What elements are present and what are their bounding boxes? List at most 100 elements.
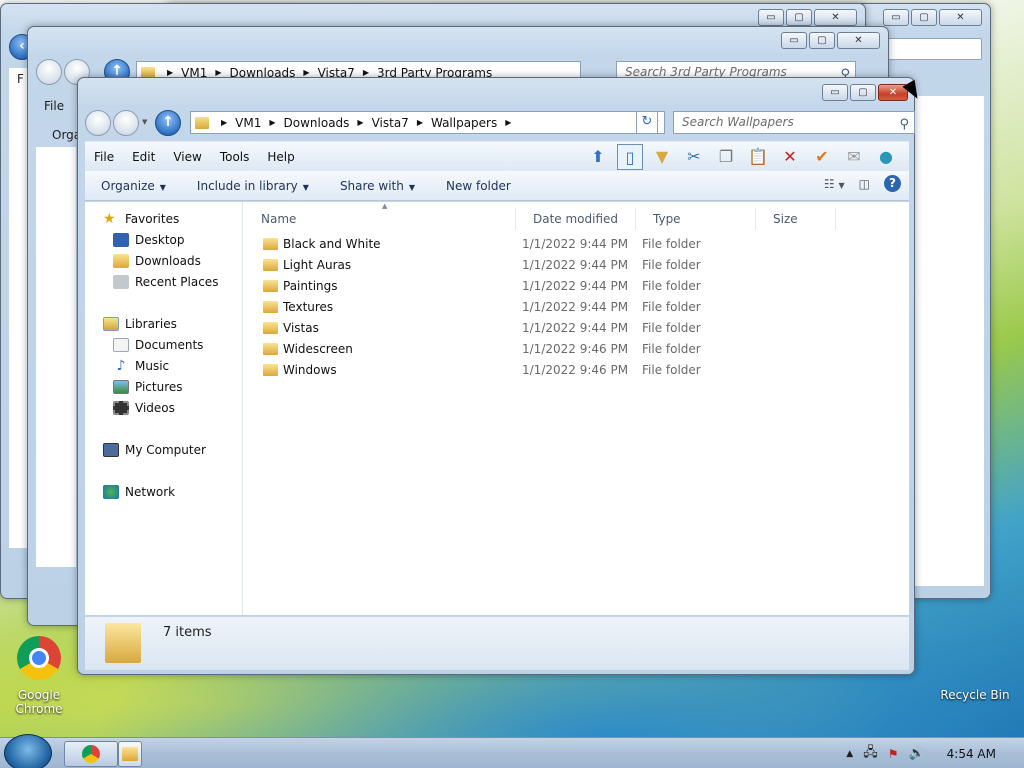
- folder-icon: [195, 116, 209, 129]
- menu-file[interactable]: File: [44, 99, 64, 113]
- organize-button[interactable]: Organize ▼: [85, 179, 181, 193]
- back-button[interactable]: [85, 110, 111, 136]
- up-button[interactable]: ↑: [155, 110, 181, 136]
- file-name: Textures: [283, 300, 334, 314]
- breadcrumb-vista7[interactable]: Vista7: [372, 116, 409, 130]
- nav-videos[interactable]: Videos: [113, 401, 175, 415]
- taskbar-chrome-button[interactable]: [64, 741, 118, 767]
- nav-network[interactable]: Network: [103, 485, 175, 499]
- minimize-button[interactable]: ▭: [758, 9, 784, 26]
- menu-tools[interactable]: Tools: [211, 150, 259, 164]
- recent-pages-chevron-icon[interactable]: ▼: [142, 118, 147, 126]
- menu-edit[interactable]: Edit: [123, 150, 164, 164]
- menu-file[interactable]: F: [17, 72, 24, 86]
- desktop-icon-recycle-bin[interactable]: Recycle Bin: [938, 688, 1012, 702]
- back-button[interactable]: [36, 59, 62, 85]
- nav-pictures[interactable]: Pictures: [113, 380, 183, 394]
- maximize-button[interactable]: ▢: [786, 9, 812, 26]
- column-header-date[interactable]: Date modified: [516, 208, 636, 230]
- menu-help[interactable]: Help: [258, 150, 303, 164]
- search-input[interactable]: Search Wallpapers ⚲: [673, 111, 915, 134]
- close-button[interactable]: ✕: [837, 32, 880, 49]
- file-row[interactable]: Light Auras 1/1/2022 9:44 PM File folder: [244, 255, 909, 276]
- column-header-size[interactable]: Size: [756, 208, 836, 230]
- file-name: Windows: [283, 363, 337, 377]
- help-icon[interactable]: ?: [884, 175, 901, 192]
- copy-icon[interactable]: ❐: [713, 144, 739, 170]
- downloads-folder-icon: [113, 254, 129, 268]
- maximize-button[interactable]: ▢: [850, 84, 876, 101]
- column-header-type[interactable]: Type: [636, 208, 756, 230]
- file-row[interactable]: Textures 1/1/2022 9:44 PM File folder: [244, 297, 909, 318]
- delete-icon[interactable]: ✕: [777, 144, 803, 170]
- cut-icon[interactable]: ✂: [681, 144, 707, 170]
- maximize-button[interactable]: ▢: [911, 9, 937, 26]
- nav-recent-places[interactable]: Recent Places: [113, 275, 218, 289]
- folder-icon: [263, 301, 278, 313]
- file-name: Paintings: [283, 279, 338, 293]
- nav-downloads[interactable]: Downloads: [113, 254, 201, 268]
- up-arrow-icon[interactable]: ⬆: [585, 144, 611, 170]
- nav-favorites[interactable]: ★ Favorites: [103, 212, 179, 226]
- window-content: [36, 147, 76, 567]
- checkmark-icon[interactable]: ✔: [809, 144, 835, 170]
- include-in-library-button[interactable]: Include in library ▼: [181, 179, 324, 193]
- file-type: File folder: [642, 279, 701, 293]
- nav-desktop[interactable]: Desktop: [113, 233, 185, 247]
- folder-icon: [263, 259, 278, 271]
- menu-view[interactable]: View: [164, 150, 210, 164]
- file-row[interactable]: Widescreen 1/1/2022 9:46 PM File folder: [244, 339, 909, 360]
- new-folder-button[interactable]: New folder: [430, 179, 526, 193]
- file-name: Vistas: [283, 321, 319, 335]
- email-icon[interactable]: ✉: [841, 144, 867, 170]
- preview-pane-icon[interactable]: ▯: [617, 144, 643, 170]
- file-row[interactable]: Vistas 1/1/2022 9:44 PM File folder: [244, 318, 909, 339]
- file-date: 1/1/2022 9:46 PM: [522, 363, 629, 377]
- breadcrumb-downloads[interactable]: Downloads: [284, 116, 350, 130]
- folder-view-icon[interactable]: ▼: [649, 144, 675, 170]
- file-date: 1/1/2022 9:44 PM: [522, 279, 629, 293]
- start-button[interactable]: [4, 734, 52, 768]
- taskbar-explorer-button[interactable]: [118, 741, 142, 767]
- network-tray-icon[interactable]: 🖧: [863, 743, 878, 765]
- libraries-icon: [103, 317, 119, 331]
- close-button[interactable]: ✕: [939, 9, 982, 26]
- minimize-button[interactable]: ▭: [822, 84, 848, 101]
- preview-pane-toggle-icon[interactable]: ◫: [859, 177, 870, 191]
- view-options-icon[interactable]: ☷ ▼: [824, 177, 845, 191]
- paste-icon[interactable]: 📋: [745, 144, 771, 170]
- file-row[interactable]: Windows 1/1/2022 9:46 PM File folder: [244, 360, 909, 381]
- menu-bar: File Edit View Tools Help ⬆ ▯ ▼ ✂ ❐ 📋 ✕ …: [85, 141, 909, 171]
- share-with-button[interactable]: Share with ▼: [324, 179, 430, 193]
- chrome-icon: [17, 636, 61, 680]
- breadcrumb-wallpapers[interactable]: Wallpapers: [431, 116, 497, 130]
- volume-icon[interactable]: 🔊: [908, 746, 924, 761]
- file-date: 1/1/2022 9:46 PM: [522, 342, 629, 356]
- share-label: Share with: [339, 178, 404, 193]
- desktop-icon-google-chrome[interactable]: Google Chrome: [8, 636, 70, 716]
- file-row[interactable]: Black and White 1/1/2022 9:44 PM File fold…: [244, 234, 909, 255]
- menu-file[interactable]: File: [85, 150, 123, 164]
- address-bar[interactable]: ▶VM1 ▶Downloads ▶Vista7 ▶Wallpapers ▶ ▼: [190, 111, 665, 134]
- clock[interactable]: 4:54 AM: [947, 747, 996, 761]
- nav-my-computer[interactable]: My Computer: [103, 443, 206, 457]
- nav-libraries[interactable]: Libraries: [103, 317, 177, 331]
- file-row[interactable]: Paintings 1/1/2022 9:44 PM File folder: [244, 276, 909, 297]
- explorer-window-wallpapers[interactable]: ▭ ▢ ✕ ▼ ↑ ▶ VM1 ▶ Downloads ▶ Vista7 ▶ Wallp…: [77, 77, 915, 675]
- file-type: File folder: [642, 342, 701, 356]
- column-header-name[interactable]: Name: [244, 208, 516, 230]
- maximize-button[interactable]: ▢: [809, 32, 835, 49]
- show-hidden-icons-icon[interactable]: ▲: [846, 749, 853, 759]
- search-icon[interactable]: ⚲: [899, 114, 909, 135]
- breadcrumb-vm1[interactable]: VM1: [235, 116, 261, 130]
- minimize-button[interactable]: ▭: [781, 32, 807, 49]
- folder-icon: [122, 747, 138, 761]
- nav-documents[interactable]: Documents: [113, 338, 203, 352]
- forward-button[interactable]: [113, 110, 139, 136]
- minimize-button[interactable]: ▭: [883, 9, 909, 26]
- action-center-icon[interactable]: ⚑: [888, 747, 899, 761]
- refresh-icon[interactable]: ↻: [636, 111, 658, 134]
- close-button[interactable]: ✕: [814, 9, 857, 26]
- nav-music[interactable]: ♪ Music: [113, 359, 170, 373]
- shell-icon[interactable]: ●: [873, 144, 899, 170]
